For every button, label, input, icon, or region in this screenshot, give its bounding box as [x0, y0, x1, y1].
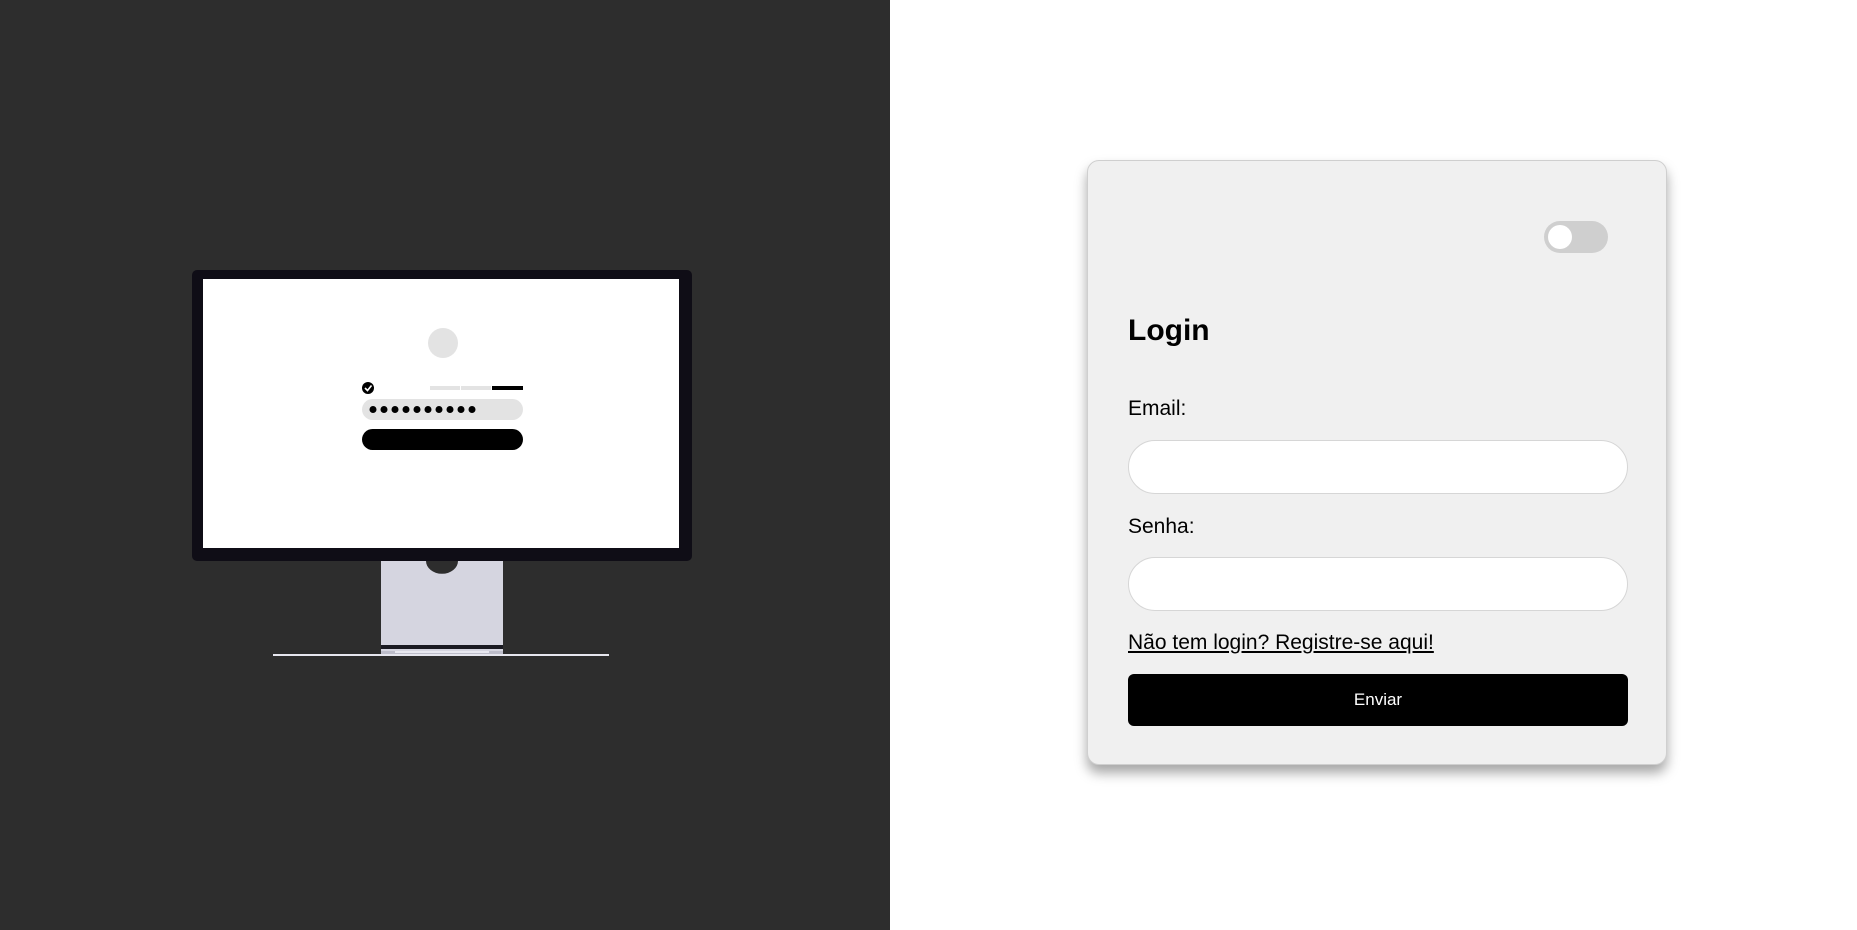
- password-field[interactable]: [1128, 557, 1628, 611]
- email-field[interactable]: [1128, 440, 1628, 494]
- login-page: Login Email: Senha: Não tem login? Regis…: [0, 0, 1857, 930]
- password-label: Senha:: [1128, 515, 1195, 538]
- form-panel: Login Email: Senha: Não tem login? Regis…: [890, 0, 1857, 930]
- stand-foot: [395, 651, 489, 653]
- login-card: Login Email: Senha: Não tem login? Regis…: [1087, 160, 1667, 765]
- illustration-panel: [0, 0, 890, 930]
- user-avatar-icon: [428, 328, 458, 358]
- page-title: Login: [1128, 314, 1210, 347]
- illustration-submit-button: [362, 429, 523, 450]
- theme-toggle[interactable]: [1544, 221, 1608, 253]
- checkmark-icon: [362, 382, 374, 394]
- stand-stripe: [381, 645, 503, 649]
- strength-bar-1: [430, 386, 460, 390]
- email-label: Email:: [1128, 397, 1187, 420]
- submit-button[interactable]: Enviar: [1128, 674, 1628, 726]
- strength-bar-3: [492, 386, 523, 390]
- monitor-login-illustration: [192, 270, 692, 656]
- strength-bar-2: [461, 386, 491, 390]
- toggle-knob: [1548, 225, 1572, 249]
- register-link[interactable]: Não tem login? Registre-se aqui!: [1128, 632, 1434, 653]
